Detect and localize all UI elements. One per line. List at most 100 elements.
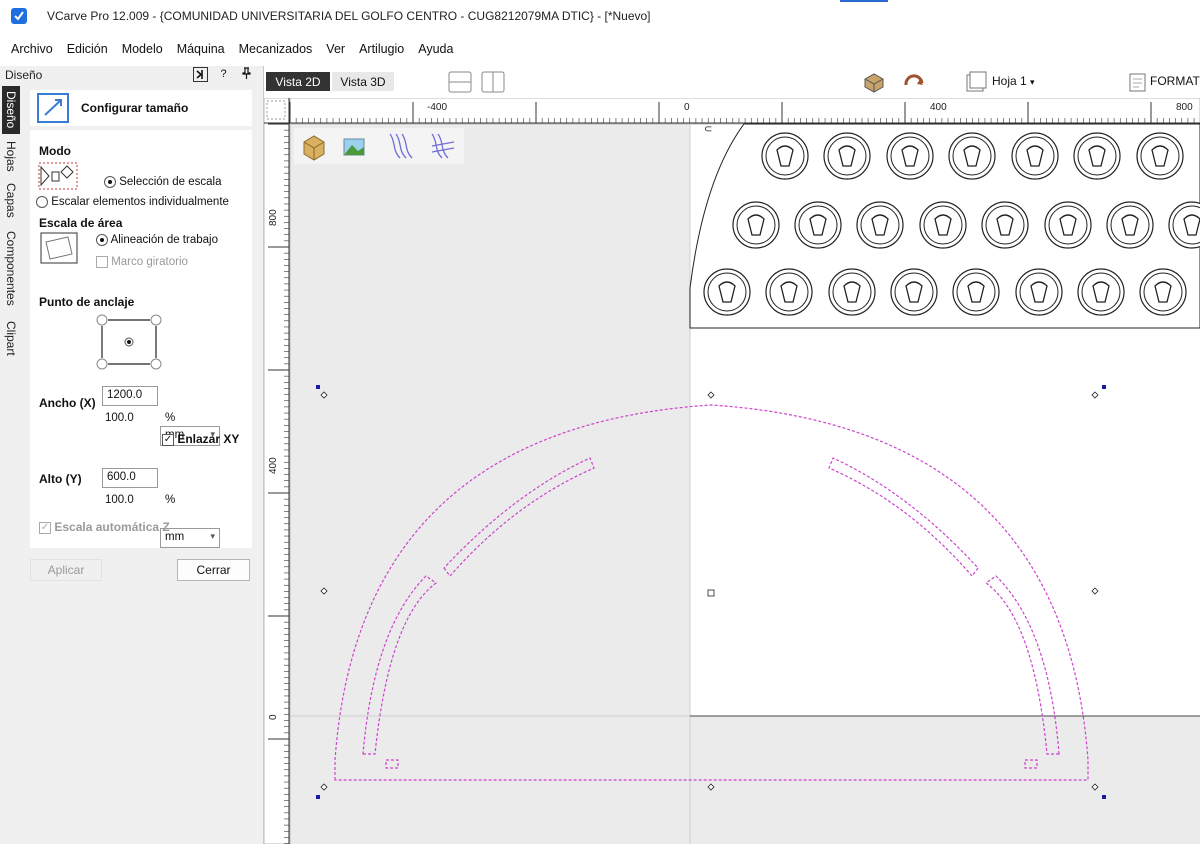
medallion-icon <box>828 268 876 316</box>
material-block-icon[interactable] <box>862 71 886 93</box>
set-size-form: Configurar tamaño Modo Selección de esca… <box>30 90 252 548</box>
menu-edicion[interactable]: Edición <box>60 42 115 56</box>
tab-clipart[interactable]: Clipart <box>2 314 20 362</box>
checkbox-marco-giratorio[interactable]: Marco giratorio <box>96 256 188 268</box>
radio-seleccion-escala[interactable]: Selección de escala <box>104 176 222 188</box>
medallion-icon <box>886 132 934 180</box>
panel-title: Diseño <box>5 68 43 82</box>
collapse-panel-icon[interactable] <box>193 67 208 82</box>
radio-off-icon <box>36 196 48 208</box>
radio-on-icon <box>96 234 108 246</box>
medallion-icon <box>981 201 1029 249</box>
design-panel: Diseño ? Diseño Hojas Capas Componentes … <box>0 66 264 844</box>
resize-icon <box>37 93 69 123</box>
medallion-icon <box>1139 268 1187 316</box>
check-icon: ✓ <box>162 433 174 446</box>
check-icon: ✓ <box>39 521 51 534</box>
tab-capas[interactable]: Capas <box>2 178 20 222</box>
vruler-label-400: 400 <box>268 457 279 474</box>
medallion-icon <box>856 201 904 249</box>
anchor-label: Punto de anclaje <box>39 295 135 309</box>
medallion-icon <box>1136 132 1184 180</box>
window-title: VCarve Pro 12.009 - {COMUNIDAD UNIVERSIT… <box>47 9 651 23</box>
medallion-icon <box>703 268 751 316</box>
medallion-icon <box>732 201 780 249</box>
hruler-label-neg400: -400 <box>427 102 447 113</box>
medallion-icon <box>765 268 813 316</box>
auto-z-checkbox[interactable]: ✓ Escala automática Z <box>39 520 170 534</box>
height-input[interactable]: 600.0 <box>102 468 158 488</box>
width-percent: 100.0 <box>105 412 134 424</box>
medallion-icon <box>952 268 1000 316</box>
link-xy-checkbox[interactable]: ✓ Enlazar XY <box>162 432 239 446</box>
horizontal-ruler[interactable] <box>263 97 1200 125</box>
hruler-label-0: 0 <box>684 102 690 113</box>
medallion-icon <box>761 132 809 180</box>
image-icon[interactable] <box>343 138 365 156</box>
apply-button[interactable]: Aplicar <box>30 559 102 581</box>
vcarve-logo-icon <box>11 8 27 24</box>
menu-modelo[interactable]: Modelo <box>115 42 170 56</box>
form-header: Configurar tamaño <box>30 90 252 130</box>
checkbox-icon <box>96 256 108 268</box>
height-label: Alto (Y) <box>39 472 82 486</box>
medallion-icon <box>1106 201 1154 249</box>
sheet-dropdown[interactable]: Hoja 1 ▾ <box>992 74 1035 88</box>
menu-mecanizados[interactable]: Mecanizados <box>232 42 320 56</box>
percent-symbol: % <box>165 412 176 424</box>
split-vertical-icon[interactable] <box>481 71 505 93</box>
menu-maquina[interactable]: Máquina <box>170 42 232 56</box>
width-label: Ancho (X) <box>39 396 96 410</box>
view-toolbar: Vista 2D Vista 3D Hoja 1 ▾ FORMAT <box>264 66 1200 98</box>
modo-label: Modo <box>39 144 71 158</box>
radio-on-icon <box>104 176 116 188</box>
close-button[interactable]: Cerrar <box>177 559 250 581</box>
medallion-icon <box>948 132 996 180</box>
medallion-icon <box>919 201 967 249</box>
sheet-icon[interactable] <box>964 71 988 93</box>
rotate-view-icon[interactable] <box>902 71 926 93</box>
tab-hojas[interactable]: Hojas <box>2 134 20 178</box>
radio-escalar-individual[interactable]: Escalar elementos individualmente <box>36 196 229 208</box>
medallion-icon <box>1077 268 1125 316</box>
medallion-icon <box>823 132 871 180</box>
dropdown-arrow-icon: ▾ <box>1030 77 1035 87</box>
area-align-icon <box>40 232 78 264</box>
menu-archivo[interactable]: Archivo <box>4 42 60 56</box>
medallion-icon <box>1073 132 1121 180</box>
height-percent: 100.0 <box>105 494 134 506</box>
split-horizontal-icon[interactable] <box>448 71 472 93</box>
menu-artilugio[interactable]: Artilugio <box>352 42 411 56</box>
form-title: Configurar tamaño <box>81 101 189 115</box>
scale-mode-icon <box>38 162 78 192</box>
drawing-canvas[interactable]: -400 0 400 800 800 400 0 ⊂ <box>263 97 1200 845</box>
medallion-icon <box>1044 201 1092 249</box>
medallion-icon <box>1015 268 1063 316</box>
format-icon[interactable] <box>1126 71 1150 93</box>
pin-icon[interactable] <box>239 67 254 82</box>
menu-ver[interactable]: Ver <box>319 42 352 56</box>
anchor-point-selector[interactable] <box>94 312 164 372</box>
format-label[interactable]: FORMAT <box>1150 74 1200 88</box>
hruler-label-800: 800 <box>1176 102 1193 113</box>
radio-alineacion-trabajo[interactable]: Alineación de trabajo <box>96 234 218 246</box>
medallion-icon <box>890 268 938 316</box>
help-icon[interactable]: ? <box>216 67 231 82</box>
medallion-icon <box>1011 132 1059 180</box>
width-input[interactable]: 1200.0 <box>102 386 158 406</box>
tab-vista-2d[interactable]: Vista 2D <box>266 72 330 91</box>
vruler-label-800: 800 <box>268 209 279 226</box>
title-accent-bar <box>840 0 888 2</box>
menu-bar: Archivo Edición Modelo Máquina Mecanizad… <box>0 36 1200 62</box>
ruler-corner-icon[interactable] <box>266 100 286 120</box>
vertical-tabs: Diseño Hojas Capas Componentes Clipart <box>2 86 20 362</box>
vruler-label-0: 0 <box>268 714 279 720</box>
menu-ayuda[interactable]: Ayuda <box>411 42 460 56</box>
area-label: Escala de área <box>39 216 123 230</box>
percent-symbol-2: % <box>165 494 176 506</box>
panel-header: Diseño ? <box>0 66 264 84</box>
tab-vista-3d[interactable]: Vista 3D <box>332 72 394 91</box>
title-bar: VCarve Pro 12.009 - {COMUNIDAD UNIVERSIT… <box>0 0 1200 32</box>
tab-diseno[interactable]: Diseño <box>2 86 20 134</box>
tab-componentes[interactable]: Componentes <box>2 222 20 314</box>
